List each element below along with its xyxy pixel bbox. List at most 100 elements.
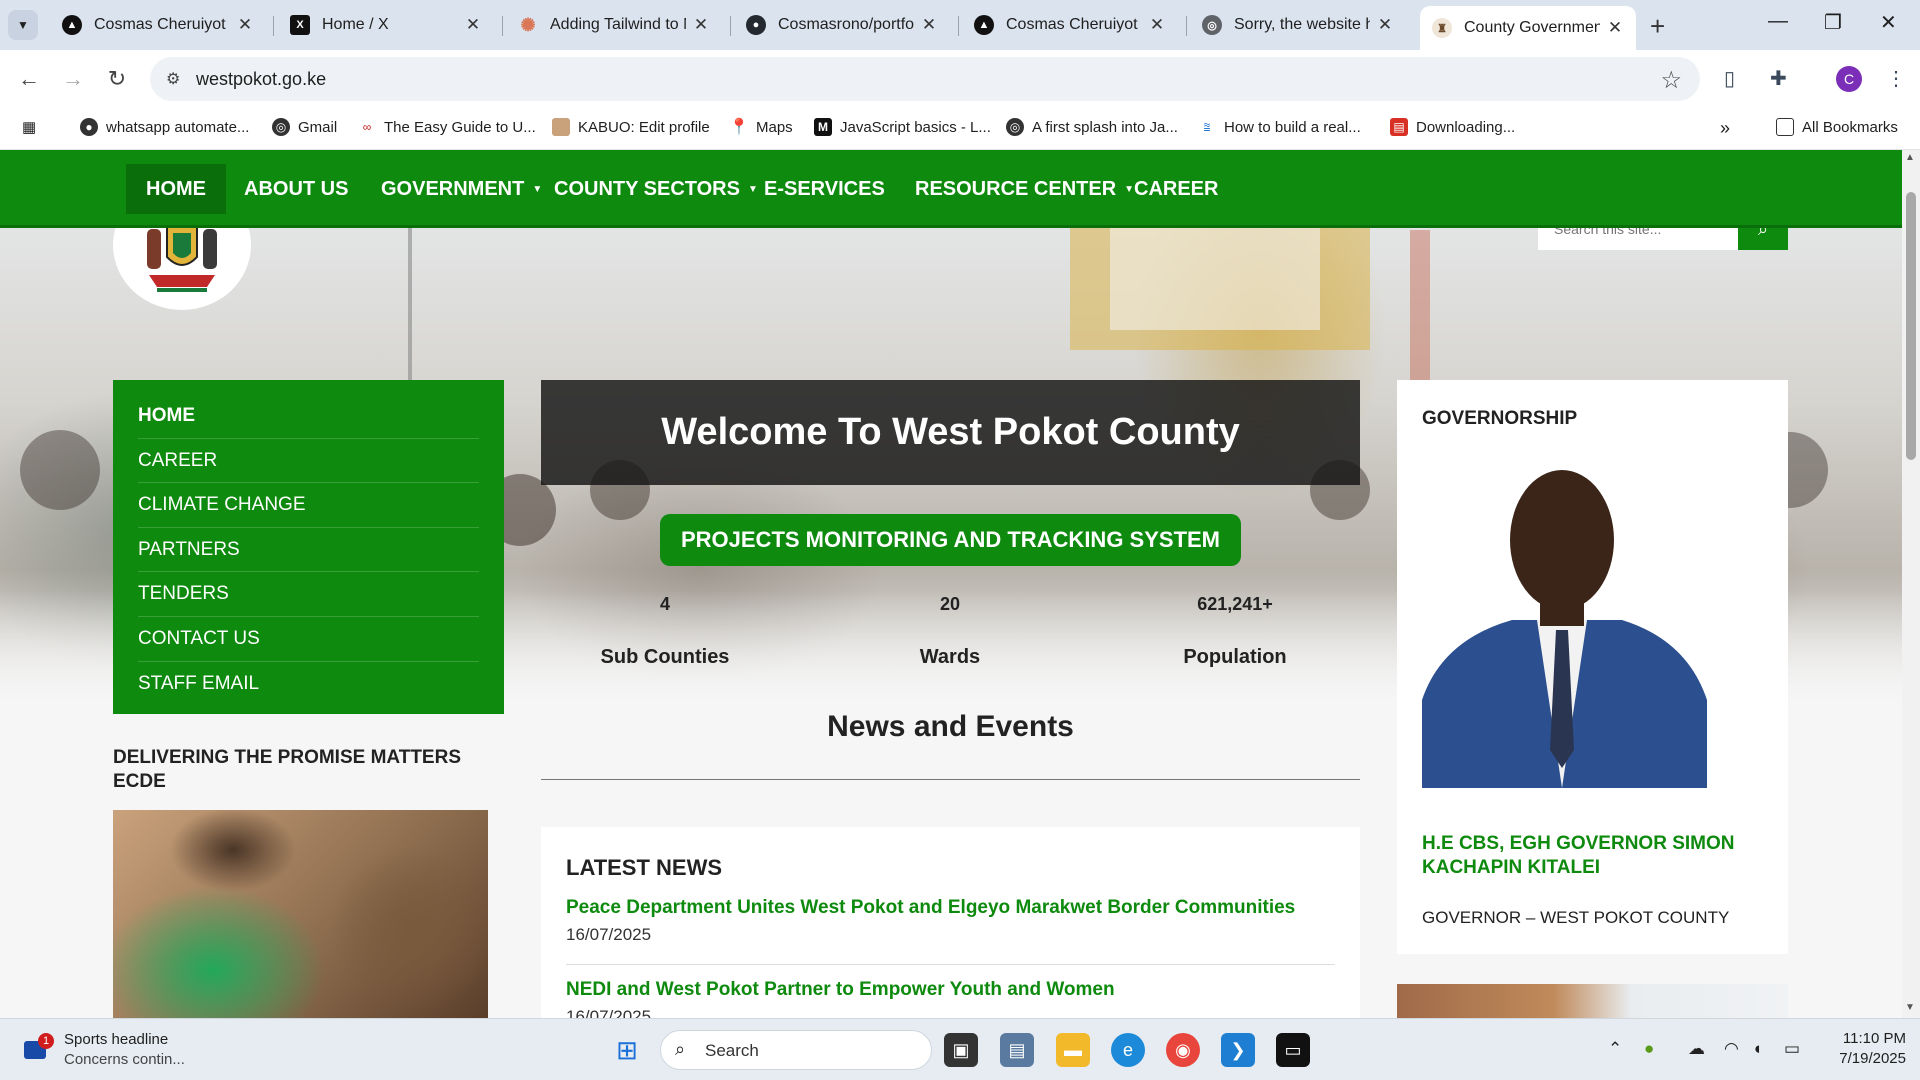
- back-arrow-icon[interactable]: ←: [14, 64, 44, 94]
- reload-icon[interactable]: ↻: [102, 64, 132, 94]
- bookmark-kabuo[interactable]: KABUO: Edit profile: [552, 118, 710, 136]
- tab-x-home[interactable]: X Home / X ✕: [278, 6, 494, 44]
- tab-site-stopped[interactable]: ◎ Sorry, the website has been stopped ✕: [1190, 6, 1406, 44]
- wifi-icon[interactable]: ◠: [1724, 1039, 1739, 1059]
- nav-government[interactable]: GOVERNMENT ▼: [361, 164, 562, 214]
- github-icon: ●: [80, 118, 98, 136]
- address-bar[interactable]: ⚙ westpokot.go.ke ☆: [150, 57, 1700, 101]
- nav-career[interactable]: CAREER: [1114, 164, 1238, 214]
- tray-app-icon[interactable]: ●: [1644, 1039, 1654, 1059]
- tab-tailwind[interactable]: ✺ Adding Tailwind to Next.js ✕: [506, 6, 722, 44]
- nav-home[interactable]: HOME: [126, 164, 226, 214]
- bookmark-build-real[interactable]: ⩰ How to build a real...: [1198, 118, 1361, 136]
- nav-about-us[interactable]: ABOUT US: [224, 164, 368, 214]
- tab-groups-icon[interactable]: ▯: [1724, 66, 1735, 91]
- url-text[interactable]: westpokot.go.ke: [196, 69, 326, 90]
- github-icon: ●: [746, 15, 766, 35]
- bookmark-star-icon[interactable]: ☆: [1660, 66, 1682, 95]
- chrome-browser-icon[interactable]: ◉: [1166, 1033, 1200, 1067]
- tab-portfolio-2[interactable]: ▲ Cosmas Cheruiyot - Portfolio ✕: [962, 6, 1178, 44]
- projects-monitoring-button[interactable]: PROJECTS MONITORING AND TRACKING SYSTEM: [660, 514, 1241, 566]
- bookmark-label: Maps: [756, 118, 793, 136]
- news-item: NEDI and West Pokot Partner to Empower Y…: [566, 979, 1335, 1018]
- scroll-down-arrow-icon[interactable]: ▼: [1905, 1002, 1915, 1013]
- ecde-photo[interactable]: [113, 810, 488, 1018]
- tray-overflow-chevron-icon[interactable]: ⌃: [1608, 1039, 1622, 1059]
- bookmark-downloading[interactable]: ▤ Downloading...: [1390, 118, 1515, 136]
- side-menu-tenders[interactable]: TENDERS: [138, 572, 479, 617]
- file-explorer-icon[interactable]: ▬: [1056, 1033, 1090, 1067]
- apps-grid-icon[interactable]: ▦: [22, 118, 36, 136]
- edge-browser-icon[interactable]: e: [1111, 1033, 1145, 1067]
- terminal-app-icon[interactable]: ▭: [1276, 1033, 1310, 1067]
- news-item-title[interactable]: NEDI and West Pokot Partner to Empower Y…: [566, 979, 1335, 1001]
- system-clock[interactable]: 11:10 PM 7/19/2025: [1826, 1029, 1906, 1069]
- main-navigation: HOME ABOUT US GOVERNMENT ▼ COUNTY SECTORS…: [0, 150, 1902, 228]
- tab-close-icon[interactable]: ✕: [692, 15, 710, 35]
- bookmark-label: The Easy Guide to U...: [384, 118, 536, 136]
- onedrive-icon[interactable]: ☁: [1688, 1039, 1705, 1059]
- tab-search-chevron-icon[interactable]: ▼: [8, 10, 38, 40]
- tab-close-icon[interactable]: ✕: [1376, 15, 1394, 35]
- nav-county-sectors[interactable]: COUNTY SECTORS ▼: [534, 164, 778, 214]
- governor-name[interactable]: H.E CBS, EGH GOVERNOR SIMON KACHAPIN KIT…: [1422, 832, 1762, 880]
- bookmark-gmail[interactable]: ◎ Gmail: [272, 118, 337, 136]
- news-item-title[interactable]: Peace Department Unites West Pokot and E…: [566, 897, 1335, 919]
- widgets-app-icon[interactable]: ▤: [1000, 1033, 1034, 1067]
- bookmark-label: whatsapp automate...: [106, 118, 250, 136]
- tab-close-icon[interactable]: ✕: [920, 15, 938, 35]
- close-window-icon[interactable]: ✕: [1880, 10, 1897, 35]
- governor-photo[interactable]: [1422, 450, 1707, 788]
- scroll-up-arrow-icon[interactable]: ▲: [1905, 152, 1915, 163]
- bookmark-maps[interactable]: 📍 Maps: [729, 118, 793, 137]
- scrollbar-thumb[interactable]: [1906, 192, 1916, 460]
- weather-widget[interactable]: 1 Sports headline Concerns contin...: [24, 1027, 244, 1073]
- bookmarks-overflow-icon[interactable]: »: [1720, 118, 1730, 139]
- tab-close-icon[interactable]: ✕: [464, 15, 482, 35]
- battery-icon[interactable]: ▭: [1784, 1039, 1800, 1059]
- bookmark-js-basics[interactable]: M JavaScript basics - L...: [814, 118, 991, 136]
- nav-e-services[interactable]: E-SERVICES: [744, 164, 905, 214]
- wave-icon: ⩰: [1203, 119, 1211, 134]
- minimize-icon[interactable]: —: [1768, 10, 1788, 33]
- tab-county-government[interactable]: ♜ County Government ✕: [1420, 6, 1636, 50]
- bookmark-whatsapp[interactable]: ● whatsapp automate...: [80, 118, 249, 136]
- page-scrollbar[interactable]: ▲ ▼: [1902, 150, 1920, 1018]
- volume-icon[interactable]: ◖: [1752, 1039, 1762, 1059]
- side-menu-contact-us[interactable]: CONTACT US: [138, 617, 479, 662]
- tab-close-icon[interactable]: ✕: [1606, 18, 1624, 38]
- side-menu-climate-change[interactable]: CLIMATE CHANGE: [138, 483, 479, 528]
- bookmark-label: How to build a real...: [1224, 118, 1361, 136]
- menu-kebab-icon[interactable]: ⋮: [1886, 66, 1906, 91]
- search-icon: ⌕: [675, 1039, 686, 1059]
- tab-portfolio-1[interactable]: ▲ Cosmas Cheruiyot - Portfolio ✕: [50, 6, 266, 44]
- site-info-icon[interactable]: ⚙: [166, 69, 180, 89]
- taskbar-search[interactable]: ⌕ Search: [660, 1030, 932, 1070]
- profile-avatar[interactable]: C: [1836, 66, 1862, 92]
- side-menu-staff-email[interactable]: STAFF EMAIL: [138, 662, 479, 707]
- tab-close-icon[interactable]: ✕: [236, 15, 254, 35]
- restore-icon[interactable]: ❐: [1824, 10, 1842, 35]
- bookmark-first-splash[interactable]: ◎ A first splash into Ja...: [1006, 118, 1178, 136]
- side-menu-partners[interactable]: PARTNERS: [138, 528, 479, 573]
- news-events-heading: News and Events: [827, 710, 1074, 743]
- side-menu-home[interactable]: HOME: [138, 394, 479, 439]
- tab-github[interactable]: ● Cosmasrono/portfolio ✕: [734, 6, 950, 44]
- bookmark-label: Gmail: [298, 118, 338, 136]
- governorship-heading: GOVERNORSHIP: [1422, 408, 1578, 429]
- all-bookmarks[interactable]: All Bookmarks: [1776, 118, 1898, 136]
- infinity-icon: ∞: [362, 120, 372, 134]
- side-menu-career[interactable]: CAREER: [138, 439, 479, 484]
- vscode-icon[interactable]: ❯: [1221, 1033, 1255, 1067]
- task-view-icon[interactable]: ▣: [944, 1033, 978, 1067]
- tab-close-icon[interactable]: ✕: [1148, 15, 1166, 35]
- forward-arrow-icon[interactable]: →: [58, 64, 88, 94]
- welcome-heading: Welcome To West Pokot County: [661, 411, 1240, 453]
- web-page: HOME ABOUT US GOVERNMENT ▼ COUNTY SECTORS…: [0, 150, 1902, 1018]
- tab-divider: [958, 16, 959, 36]
- bookmark-easy-guide[interactable]: ∞ The Easy Guide to U...: [358, 118, 536, 136]
- windows-start-icon[interactable]: ⊞: [610, 1033, 644, 1067]
- latest-news-card: LATEST NEWS Peace Department Unites West…: [541, 827, 1360, 1018]
- new-tab-plus-icon[interactable]: +: [1650, 11, 1665, 42]
- extensions-icon[interactable]: ✚: [1770, 66, 1787, 91]
